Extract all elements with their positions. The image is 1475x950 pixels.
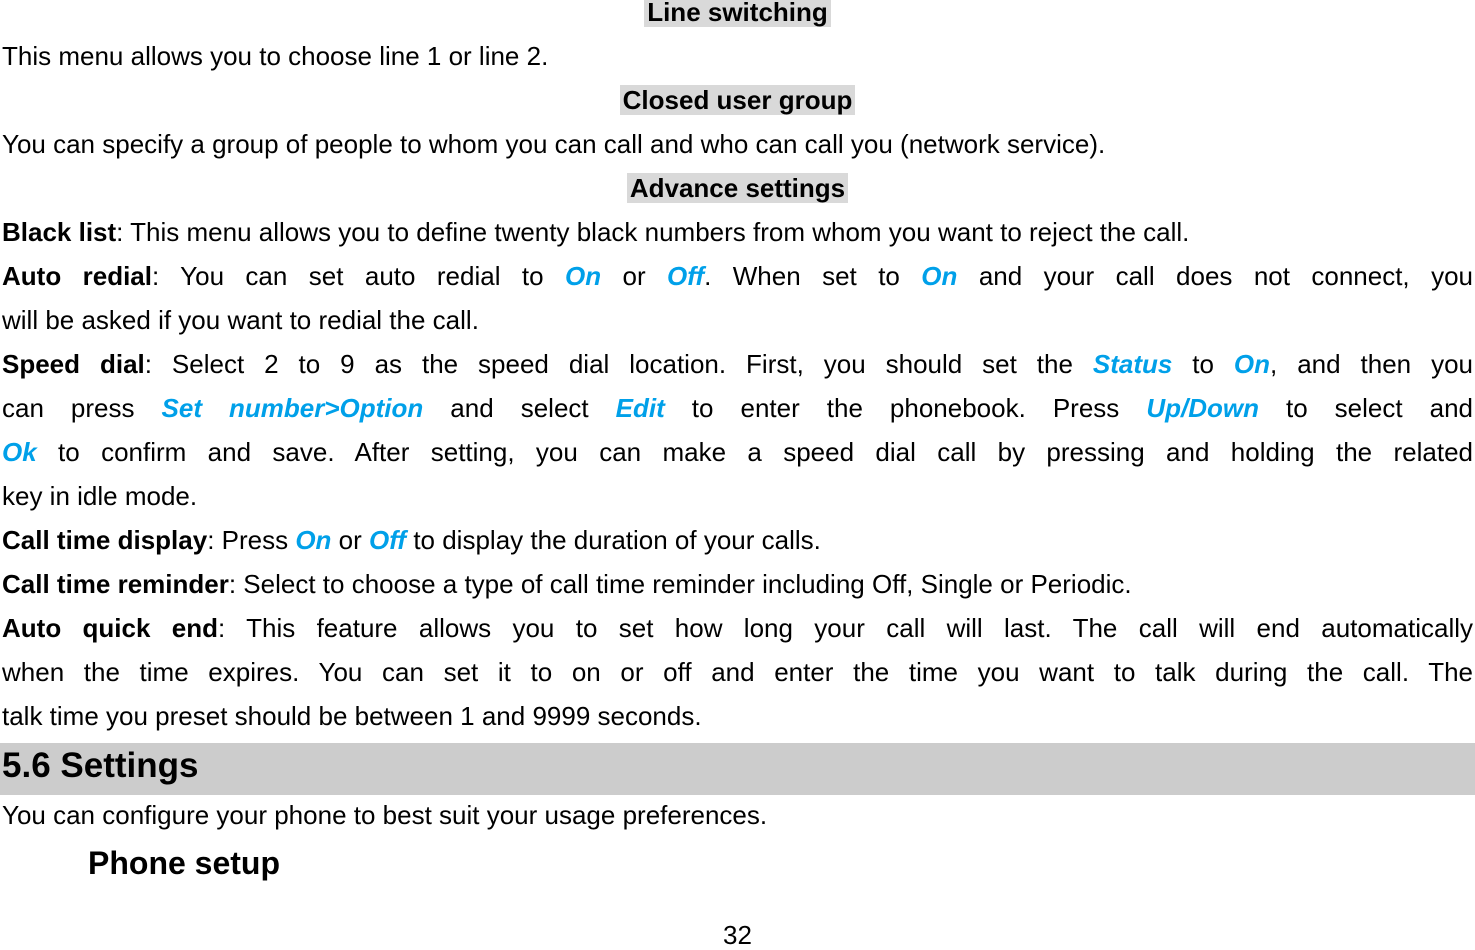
section-title: 5.6 Settings bbox=[2, 746, 199, 785]
keyword-on: On bbox=[921, 261, 958, 291]
keyword-status: Status bbox=[1092, 349, 1173, 379]
subheading-phone-setup: Phone setup bbox=[88, 845, 281, 881]
speed-dial-line-4: key in idle mode. bbox=[2, 481, 198, 511]
keyword-up-down: Up/Down bbox=[1146, 393, 1259, 423]
heading-line-switching: Line switching bbox=[0, 0, 1475, 27]
heading-advance-settings: Advance settings bbox=[0, 173, 1475, 203]
auto-quick-end-line-3: talk time you preset should be between 1… bbox=[2, 701, 702, 731]
speed-dial-line-3: Ok to confirm and save. After setting, y… bbox=[2, 437, 1473, 467]
term-call-time-display: Call time display bbox=[2, 525, 208, 555]
call-time-display-paragraph: Call time display: Press On or Off to di… bbox=[2, 525, 821, 555]
keyword-edit: Edit bbox=[615, 393, 665, 423]
speed-dial-paragraph: Speed dial: Select 2 to 9 as the speed d… bbox=[2, 349, 1473, 379]
keyword-set-number-option: Set number>Option bbox=[161, 393, 424, 423]
auto-quick-end-paragraph: Auto quick end: This feature allows you … bbox=[2, 613, 1473, 643]
term-speed-dial: Speed dial bbox=[2, 349, 145, 379]
auto-redial-line-2: will be asked if you want to redial the … bbox=[2, 305, 479, 335]
closed-user-group-text: You can specify a group of people to who… bbox=[2, 129, 1106, 159]
section-intro: You can configure your phone to best sui… bbox=[2, 800, 768, 830]
term-call-time-reminder: Call time reminder bbox=[2, 569, 229, 599]
keyword-off: Off bbox=[369, 525, 407, 555]
keyword-on: On bbox=[295, 525, 332, 555]
black-list-paragraph: Black list: This menu allows you to defi… bbox=[2, 217, 1190, 247]
page-number: 32 bbox=[723, 920, 752, 950]
heading-closed-user-group: Closed user group bbox=[0, 85, 1475, 115]
keyword-on: On bbox=[564, 261, 602, 291]
auto-redial-paragraph: Auto redial: You can set auto redial to … bbox=[2, 261, 1473, 291]
line-switching-text: This menu allows you to choose line 1 or… bbox=[2, 41, 549, 71]
term-black-list: Black list bbox=[2, 217, 117, 247]
auto-quick-end-line-2: when the time expires. You can set it to… bbox=[2, 657, 1473, 687]
keyword-ok: Ok bbox=[2, 437, 37, 467]
call-time-reminder-paragraph: Call time reminder: Select to choose a t… bbox=[2, 569, 1132, 599]
term-auto-redial: Auto redial bbox=[2, 261, 152, 291]
section-heading-bar bbox=[0, 743, 1475, 795]
term-auto-quick-end: Auto quick end bbox=[2, 613, 219, 643]
keyword-off: Off bbox=[667, 261, 705, 291]
speed-dial-line-2: can press Set number>Option and select E… bbox=[2, 393, 1473, 423]
keyword-on: On bbox=[1233, 349, 1271, 379]
